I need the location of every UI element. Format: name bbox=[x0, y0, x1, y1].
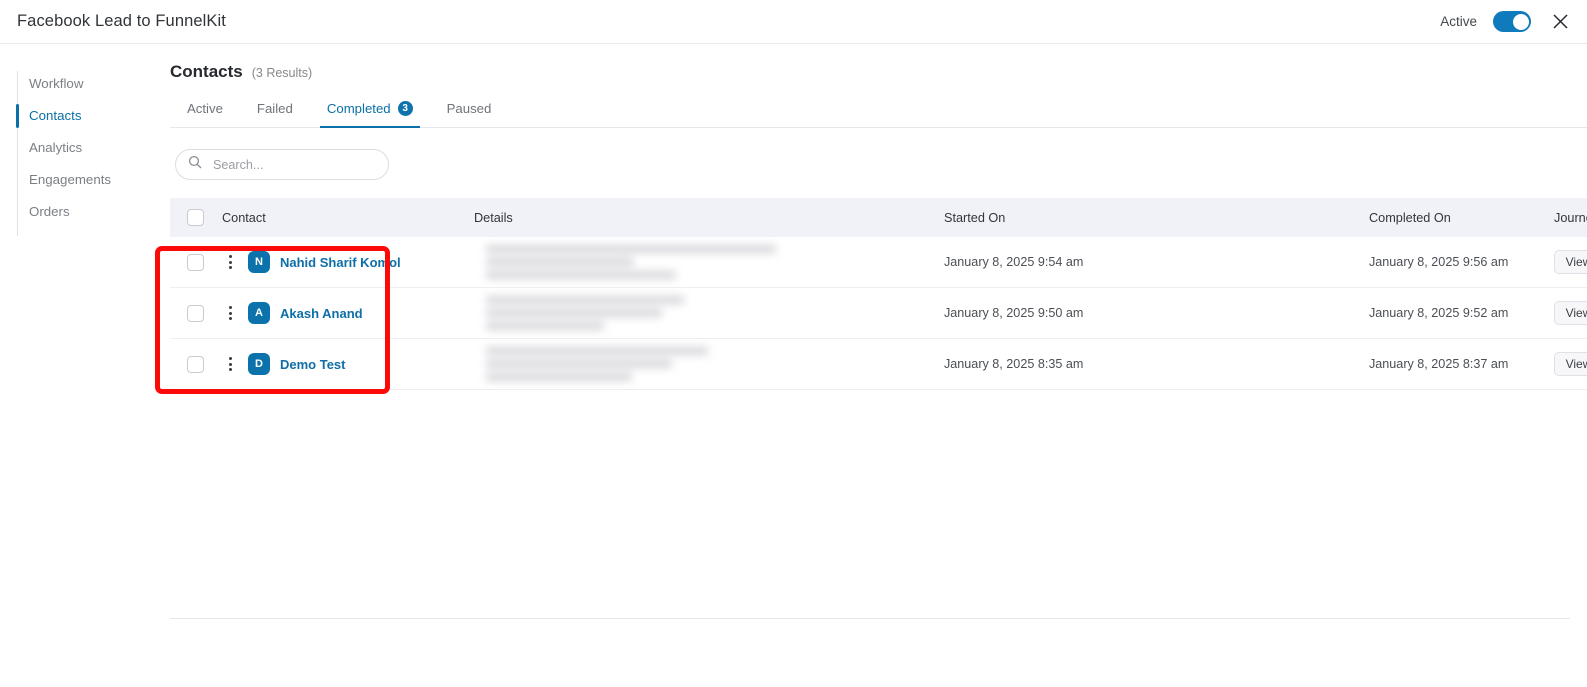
row-select-cell bbox=[170, 338, 222, 390]
search-box[interactable] bbox=[175, 149, 389, 180]
avatar: N bbox=[248, 251, 270, 273]
contacts-table: Contact Details Started On Completed On … bbox=[170, 198, 1587, 390]
column-header-started-on[interactable]: Started On bbox=[944, 198, 1369, 237]
title-bar-actions: Active bbox=[1440, 9, 1573, 35]
contact-cell: A Akash Anand bbox=[222, 287, 474, 339]
tab-label: Completed bbox=[326, 101, 391, 116]
sidebar: Workflow Contacts Analytics Engagements … bbox=[0, 44, 155, 686]
tab-label: Paused bbox=[446, 101, 492, 116]
completed-on-cell: January 8, 2025 9:56 am bbox=[1369, 237, 1554, 288]
contact-name-link[interactable]: Nahid Sharif Komol bbox=[280, 255, 401, 270]
details-cell bbox=[474, 338, 944, 390]
contact-cell: N Nahid Sharif Komol bbox=[222, 237, 474, 288]
search-input[interactable] bbox=[211, 156, 376, 173]
tab-label: Failed bbox=[256, 101, 293, 116]
sidebar-item-contacts[interactable]: Contacts bbox=[0, 100, 155, 132]
avatar: A bbox=[248, 302, 270, 324]
tab-label: Active bbox=[187, 101, 223, 116]
table-row: N Nahid Sharif Komol January 8, 2025 9:5… bbox=[170, 237, 1587, 288]
sidebar-item-orders[interactable]: Orders bbox=[0, 196, 155, 228]
active-toggle[interactable] bbox=[1493, 11, 1531, 32]
tab-active[interactable]: Active bbox=[170, 95, 240, 127]
row-menu-icon[interactable] bbox=[222, 306, 238, 320]
details-redacted bbox=[474, 296, 944, 330]
details-cell bbox=[474, 287, 944, 339]
sidebar-item-label: Workflow bbox=[29, 76, 84, 91]
row-menu-icon[interactable] bbox=[222, 357, 238, 371]
table-header-row: Contact Details Started On Completed On … bbox=[170, 198, 1587, 237]
avatar: D bbox=[248, 353, 270, 375]
details-cell bbox=[474, 237, 944, 288]
journey-cell: View bbox=[1554, 338, 1587, 390]
row-select-cell bbox=[170, 287, 222, 339]
row-select-cell bbox=[170, 237, 222, 288]
row-checkbox[interactable] bbox=[187, 253, 204, 271]
details-redacted bbox=[474, 245, 944, 279]
started-on-cell: January 8, 2025 9:54 am bbox=[944, 237, 1369, 288]
completed-on-cell: January 8, 2025 9:52 am bbox=[1369, 287, 1554, 339]
page-header: Contacts (3 Results) bbox=[170, 62, 1587, 82]
contact-name-link[interactable]: Akash Anand bbox=[280, 306, 363, 321]
row-menu-icon[interactable] bbox=[222, 255, 238, 269]
result-count: (3 Results) bbox=[251, 66, 313, 80]
search-area bbox=[170, 128, 1587, 198]
table-row: D Demo Test January 8, 2025 8:35 am Janu… bbox=[170, 338, 1587, 390]
select-all-cell bbox=[170, 198, 222, 237]
tab-failed[interactable]: Failed bbox=[240, 95, 310, 127]
table-row: A Akash Anand January 8, 2025 9:50 am Ja… bbox=[170, 287, 1587, 339]
table-header: Contact Details Started On Completed On … bbox=[170, 198, 1587, 237]
view-journey-button[interactable]: View bbox=[1554, 301, 1587, 325]
close-icon[interactable] bbox=[1547, 9, 1573, 35]
tab-completed[interactable]: Completed 3 bbox=[310, 95, 430, 128]
active-status-label: Active bbox=[1440, 14, 1477, 29]
tab-paused[interactable]: Paused bbox=[430, 95, 509, 127]
journey-cell: View bbox=[1554, 237, 1587, 288]
sidebar-item-label: Orders bbox=[29, 204, 70, 219]
search-icon bbox=[188, 155, 202, 174]
column-header-journey[interactable]: Journey bbox=[1554, 198, 1587, 237]
sidebar-item-analytics[interactable]: Analytics bbox=[0, 132, 155, 164]
contact-cell: D Demo Test bbox=[222, 338, 474, 390]
table-body: N Nahid Sharif Komol January 8, 2025 9:5… bbox=[170, 237, 1587, 390]
page-title: Contacts bbox=[170, 62, 243, 81]
view-journey-button[interactable]: View bbox=[1554, 352, 1587, 376]
sidebar-item-label: Engagements bbox=[29, 172, 112, 187]
sidebar-item-label: Analytics bbox=[29, 140, 83, 155]
select-all-checkbox[interactable] bbox=[187, 209, 204, 226]
sidebar-item-label: Contacts bbox=[29, 108, 82, 123]
completed-on-cell: January 8, 2025 8:37 am bbox=[1369, 338, 1554, 390]
row-checkbox[interactable] bbox=[187, 355, 204, 373]
sidebar-item-engagements[interactable]: Engagements bbox=[0, 164, 155, 196]
view-journey-button[interactable]: View bbox=[1554, 250, 1587, 274]
window-title: Facebook Lead to FunnelKit bbox=[17, 12, 226, 30]
contact-name-link[interactable]: Demo Test bbox=[280, 357, 346, 372]
row-checkbox[interactable] bbox=[187, 304, 204, 322]
journey-cell: View bbox=[1554, 287, 1587, 339]
column-header-details[interactable]: Details bbox=[474, 198, 944, 237]
column-header-completed-on[interactable]: Completed On bbox=[1369, 198, 1554, 237]
details-redacted bbox=[474, 347, 944, 381]
title-bar: Facebook Lead to FunnelKit Active bbox=[0, 0, 1587, 44]
tab-bar: Active Failed Completed 3 Paused bbox=[170, 95, 1587, 128]
started-on-cell: January 8, 2025 8:35 am bbox=[944, 338, 1369, 390]
column-header-contact[interactable]: Contact bbox=[222, 198, 474, 237]
main-content: Contacts (3 Results) Active Failed Compl… bbox=[155, 44, 1587, 686]
sidebar-item-workflow[interactable]: Workflow bbox=[0, 68, 155, 100]
tab-count-badge: 3 bbox=[397, 101, 413, 116]
bottom-divider bbox=[170, 618, 1570, 619]
app-body: Workflow Contacts Analytics Engagements … bbox=[0, 44, 1587, 686]
started-on-cell: January 8, 2025 9:50 am bbox=[944, 287, 1369, 339]
toggle-knob bbox=[1512, 13, 1529, 30]
